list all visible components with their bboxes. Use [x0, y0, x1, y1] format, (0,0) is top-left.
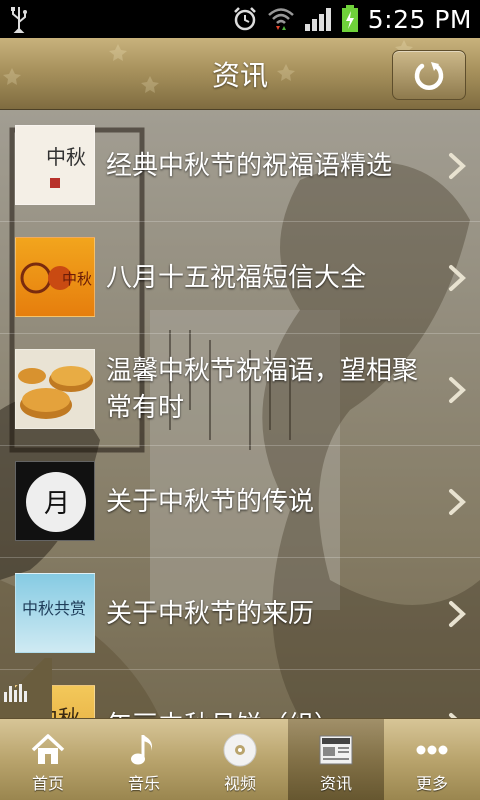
news-item[interactable]: 中秋共赏 关于中秋节的来历 — [0, 558, 480, 670]
refresh-icon — [414, 62, 444, 90]
news-item[interactable]: 温馨中秋节祝福语，望相聚常有时 — [0, 334, 480, 446]
news-item[interactable]: 中秋 年画中秋月饼（组） — [0, 670, 480, 718]
news-thumbnail: 中秋 — [15, 125, 95, 205]
tab-music[interactable]: 音乐 — [96, 719, 192, 800]
thumbnail-calligraphy: 中秋 — [46, 145, 86, 169]
news-item-title: 年画中秋月饼（组） — [106, 670, 424, 719]
equalizer-icon — [4, 684, 27, 702]
news-item[interactable]: 中秋 经典中秋节的祝福语精选 — [0, 110, 480, 222]
bottom-tab-bar: 首页 音乐 视频 资讯 更多 — [0, 718, 480, 800]
news-thumbnail: 月 — [15, 461, 95, 541]
disc-icon — [223, 733, 257, 767]
mooncakes-image — [18, 366, 93, 419]
music-note-icon — [131, 735, 152, 765]
more-dots-icon — [416, 745, 448, 755]
news-item[interactable]: 中秋 八月十五祝福短信大全 — [0, 222, 480, 334]
chevron-right-icon — [449, 265, 466, 291]
tab-label: 视频 — [223, 774, 256, 793]
news-icon — [319, 735, 353, 765]
tab-label: 音乐 — [127, 774, 160, 793]
usb-icon — [11, 7, 27, 33]
news-list: 中秋 经典中秋节的祝福语精选 中秋 八月十五祝福短信大全 温馨中秋节祝福语，望相… — [0, 110, 480, 718]
tab-label: 更多 — [415, 774, 448, 793]
thumbnail-calligraphy: 中秋共赏 — [22, 599, 86, 618]
news-item-title: 经典中秋节的祝福语精选 — [106, 150, 393, 181]
news-item-title: 八月十五祝福短信大全 — [106, 262, 367, 293]
news-thumbnail: 中秋 — [15, 237, 95, 317]
chevron-right-icon — [449, 601, 466, 627]
refresh-button[interactable] — [392, 50, 466, 100]
home-icon — [31, 734, 65, 764]
tab-home[interactable]: 首页 — [0, 719, 96, 800]
news-item-title: 关于中秋节的来历 — [106, 598, 315, 629]
signal-icon — [304, 8, 331, 31]
alarm-icon — [233, 7, 256, 31]
chevron-right-icon — [449, 153, 466, 179]
header: 资讯 — [0, 38, 480, 110]
tab-video[interactable]: 视频 — [192, 719, 288, 800]
news-item-title: 温馨中秋节祝福语，望相聚常有时 — [106, 356, 419, 423]
news-item[interactable]: 月 关于中秋节的传说 — [0, 446, 480, 558]
chevron-right-icon — [449, 489, 466, 515]
news-content[interactable]: 中秋 经典中秋节的祝福语精选 中秋 八月十五祝福短信大全 温馨中秋节祝福语，望相… — [0, 110, 480, 718]
tab-news[interactable]: 资讯 — [288, 719, 384, 800]
news-thumbnail — [15, 349, 95, 429]
wifi-icon — [267, 8, 294, 30]
status-time: 5:25 PM — [367, 4, 472, 34]
thumbnail-calligraphy: 月 — [44, 489, 70, 519]
thumbnail-calligraphy: 中秋 — [62, 270, 92, 288]
status-bar: 5:25 PM — [0, 0, 480, 38]
chevron-right-icon — [449, 377, 466, 403]
news-thumbnail: 中秋共赏 — [15, 573, 95, 653]
tab-label: 资讯 — [319, 774, 352, 793]
tab-label: 首页 — [31, 774, 64, 793]
battery-charging-icon — [341, 5, 358, 32]
news-item-title: 关于中秋节的传说 — [106, 486, 315, 517]
tab-more[interactable]: 更多 — [384, 719, 480, 800]
